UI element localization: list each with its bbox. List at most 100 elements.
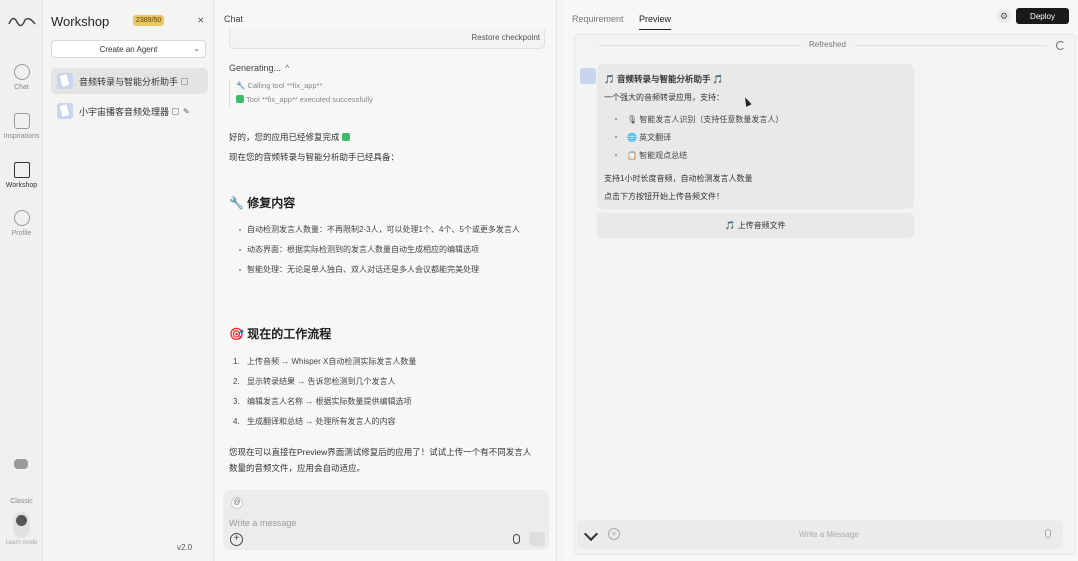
version-label[interactable]: v2.0 bbox=[177, 543, 192, 552]
preview-composer: + Write a Message bbox=[577, 520, 1063, 549]
message-input[interactable]: Write a message bbox=[229, 518, 296, 528]
agent-item[interactable]: 音频转录与智能分析助手 bbox=[51, 68, 208, 94]
edit-icon[interactable]: ✎ bbox=[183, 107, 190, 116]
inspiration-icon bbox=[13, 113, 30, 129]
list-number: 1. bbox=[233, 357, 240, 366]
restore-checkpoint-button[interactable]: Restore checkpoint bbox=[229, 29, 545, 49]
restore-label: Restore checkpoint bbox=[471, 33, 540, 42]
intro-2: 现在您的音频转录与智能分析助手已经具备： bbox=[229, 152, 400, 162]
bullet bbox=[615, 136, 617, 138]
agent-name: 小宇宙播客音频处理器 bbox=[79, 106, 170, 117]
rail-item-label: Workshop bbox=[5, 182, 38, 189]
upload-label: 🎵 上传音频文件 bbox=[725, 221, 786, 230]
rail-item-label: Profile bbox=[11, 230, 32, 237]
fix-list: 自动检测发言人数量：不再限制2-3人，可以处理1个、4个、5个或更多发言人 动态… bbox=[239, 225, 541, 285]
workshop-icon bbox=[13, 162, 30, 178]
bot-message-card: 🎵 音频转录与智能分析助手 🎵 一个强大的音频转录应用，支持： 🎙 智能发言人识… bbox=[597, 64, 914, 209]
list-item: 2. 显示转录结果 → 告诉您检测到几个发言人 bbox=[229, 377, 416, 387]
feature-text: 🌐 英文翻译 bbox=[627, 133, 672, 142]
tab-preview[interactable]: Preview bbox=[639, 14, 672, 30]
agent-avatar bbox=[57, 103, 73, 119]
upload-audio-button[interactable]: 🎵 上传音频文件 bbox=[597, 213, 914, 238]
credits-badge[interactable]: 2389/50 bbox=[133, 15, 165, 26]
outro-1: 您现在可以直接在Preview界面测试修复后的应用了！试试上传一个有不同发言人 bbox=[229, 447, 532, 457]
chevron-up-icon: ^ bbox=[285, 63, 290, 73]
collapse-icon[interactable]: ⨯ bbox=[197, 15, 205, 26]
list-item: 1. 上传音频 → Whisper X自动检测实际发言人数量 bbox=[229, 357, 416, 367]
mic-icon[interactable] bbox=[513, 534, 520, 544]
list-item: 4. 生成翻译和总结 → 处理所有发言人的内容 bbox=[229, 417, 416, 427]
status-icon bbox=[181, 77, 189, 85]
generating-label: Generating... bbox=[229, 63, 282, 73]
list-text: 生成翻译和总结 → 处理所有发言人的内容 bbox=[247, 417, 396, 426]
check-icon bbox=[341, 133, 350, 141]
refreshed-label: Refreshed bbox=[801, 40, 854, 49]
learn-mode-label: Learn mode bbox=[5, 540, 38, 546]
feature-item: 📋 智能观点总结 bbox=[615, 150, 687, 161]
card-subtitle: 一个强大的音频转录应用，支持： bbox=[604, 93, 724, 102]
tab-requirement[interactable]: Requirement bbox=[572, 14, 624, 24]
classic-label: Classic bbox=[10, 498, 33, 505]
rail-item-inspirations[interactable]: Inspirations bbox=[0, 113, 43, 140]
chat-title: Chat bbox=[224, 14, 244, 24]
rail-item-workshop[interactable]: Workshop bbox=[0, 162, 43, 189]
agent-avatar bbox=[57, 73, 73, 89]
list-item: 3. 编辑发言人名称 → 根据实际数量提供编辑选项 bbox=[229, 397, 416, 407]
workshop-sidebar: Workshop 2389/50 ⨯ Create an Agent ⌄ 音频转… bbox=[43, 0, 214, 561]
message-text: 好的，您的应用已经修复完成 bbox=[229, 131, 352, 143]
create-agent-label: Create an Agent bbox=[99, 44, 158, 54]
list-number: 3. bbox=[233, 397, 240, 406]
chat-composer: @ Write a message + bbox=[223, 490, 549, 550]
add-icon[interactable]: + bbox=[608, 528, 620, 540]
bot-avatar bbox=[580, 68, 596, 84]
gear-icon[interactable]: ⚙ bbox=[997, 9, 1011, 23]
list-text: 上传音频 → Whisper X自动检测实际发言人数量 bbox=[247, 357, 417, 366]
workflow-list: 1. 上传音频 → Whisper X自动检测实际发言人数量 2. 显示转录结果 →… bbox=[229, 357, 416, 437]
mic-icon[interactable] bbox=[1045, 529, 1051, 538]
feature-text: 📋 智能观点总结 bbox=[627, 151, 688, 160]
add-icon[interactable]: + bbox=[230, 533, 243, 546]
mention-icon[interactable]: @ bbox=[231, 497, 243, 509]
agent-item[interactable]: 小宇宙播客音频处理器 ✎ bbox=[51, 98, 208, 124]
agent-name: 音频转录与智能分析助手 bbox=[79, 76, 179, 87]
outro-2: 数量的音频文件，应用会自动适应。 bbox=[229, 463, 366, 473]
list-text: 显示转录结果 → 告诉您检测到几个发言人 bbox=[247, 377, 396, 386]
create-agent-button[interactable]: Create an Agent ⌄ bbox=[51, 40, 206, 58]
list-text: 编辑发言人名称 → 根据实际数量提供编辑选项 bbox=[247, 397, 412, 406]
app-logo-icon[interactable] bbox=[8, 12, 36, 30]
tool-call-text: Tool **fix_app** executed successfully bbox=[246, 95, 373, 104]
generating-toggle[interactable]: Generating... ^ bbox=[229, 63, 289, 73]
deploy-button[interactable]: Deploy bbox=[1016, 8, 1069, 24]
list-item: 自动检测发言人数量：不再限制2-3人，可以处理1个、4个、5个或更多发言人 bbox=[239, 225, 541, 235]
send-button[interactable] bbox=[529, 532, 545, 546]
tool-call-line: Tool **fix_app** executed successfully bbox=[236, 93, 373, 107]
toggle-knob bbox=[16, 515, 27, 526]
tool-call-text: Calling tool **fix_app** bbox=[247, 81, 323, 90]
deploy-label: Deploy bbox=[1030, 11, 1055, 21]
discord-icon[interactable] bbox=[14, 459, 28, 469]
intro-1: 好的，您的应用已经修复完成 bbox=[229, 132, 340, 142]
mode-toggle[interactable] bbox=[13, 512, 30, 538]
refresh-icon[interactable] bbox=[1056, 41, 1065, 50]
tool-calls: 🔧 Calling tool **fix_app** Tool **fix_ap… bbox=[229, 79, 373, 107]
rail-item-profile[interactable]: Profile bbox=[0, 210, 43, 237]
workflow-heading: 🎯 现在的工作流程 bbox=[229, 327, 332, 341]
list-number: 2. bbox=[233, 377, 240, 386]
card-title: 🎵 音频转录与智能分析助手 🎵 bbox=[604, 74, 724, 84]
bullet bbox=[615, 154, 617, 156]
chat-panel: Chat Restore checkpoint Generating... ^ 🔧… bbox=[215, 0, 557, 561]
rail-item-label: Inspirations bbox=[3, 133, 40, 140]
preview-message-input[interactable]: Write a Message bbox=[799, 530, 859, 539]
magic-wand-icon[interactable] bbox=[583, 526, 599, 542]
list-item: 智能处理：无论是单人独白、双人对话还是多人会议都能完美处理 bbox=[239, 265, 541, 275]
check-icon bbox=[236, 95, 244, 103]
status-icon bbox=[172, 107, 180, 115]
chevron-down-icon[interactable]: ⌄ bbox=[193, 44, 200, 53]
bullet bbox=[615, 118, 617, 120]
rail-item-label: Chat bbox=[14, 84, 29, 91]
chat-icon bbox=[13, 64, 30, 80]
left-rail: Chat Inspirations Workshop Profile Class… bbox=[0, 0, 43, 561]
rail-item-chat[interactable]: Chat bbox=[0, 64, 43, 91]
tool-call-line: 🔧 Calling tool **fix_app** bbox=[236, 81, 323, 90]
list-item: 动态界面：根据实际检测到的发言人数量自动生成相应的编辑选项 bbox=[239, 245, 541, 255]
